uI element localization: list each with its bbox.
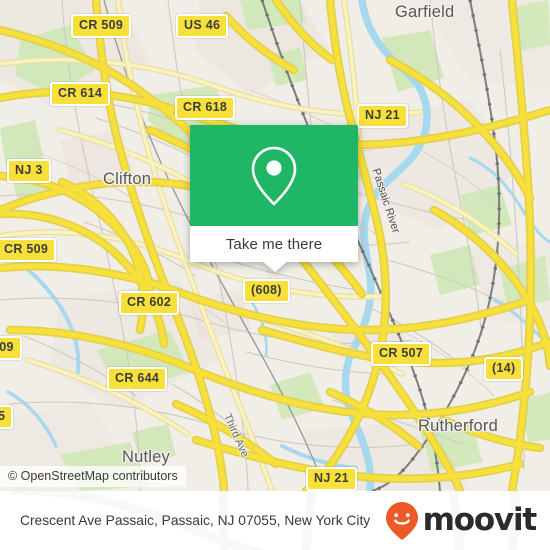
popup-action-bar[interactable]: Take me there xyxy=(190,226,358,262)
footer-bar: Crescent Ave Passaic, Passaic, NJ 07055,… xyxy=(0,491,550,550)
route-shield-cr-644[interactable]: CR 644 xyxy=(107,367,168,391)
route-shield-cr-509-west[interactable]: CR 509 xyxy=(0,238,57,262)
osm-attribution[interactable]: © OpenStreetMap contributors xyxy=(0,466,186,487)
moovit-wordmark: moovit xyxy=(422,502,538,538)
moovit-brand: moovit xyxy=(385,501,538,541)
route-shield-us-46[interactable]: US 46 xyxy=(176,14,229,38)
map-share-card: Garfield Clifton Nutley Rutherford Passa… xyxy=(0,0,550,550)
popup-card[interactable]: Take me there xyxy=(190,125,358,262)
popup-image-area xyxy=(190,125,358,226)
moovit-smiley-pin-icon xyxy=(385,501,418,540)
route-shield-cr-618[interactable]: CR 618 xyxy=(175,96,236,120)
route-shield-nj-3[interactable]: NJ 3 xyxy=(7,159,51,183)
map-canvas[interactable]: Garfield Clifton Nutley Rutherford Passa… xyxy=(0,0,550,491)
location-caption: Crescent Ave Passaic, Passaic, NJ 07055,… xyxy=(20,512,371,528)
route-shield-509-clipped[interactable]: 509 xyxy=(0,336,22,360)
route-shield-cr-614[interactable]: CR 614 xyxy=(50,82,111,106)
route-shield-14[interactable]: (14) xyxy=(484,357,524,381)
take-me-there-label: Take me there xyxy=(225,235,323,253)
route-shield-nj-21-north[interactable]: NJ 21 xyxy=(357,104,408,128)
route-shield-5-clipped[interactable]: 5 xyxy=(0,405,14,429)
route-shield-cr-509-north[interactable]: CR 509 xyxy=(71,14,132,38)
route-shield-cr-602[interactable]: CR 602 xyxy=(119,291,180,315)
route-shield-cr-507[interactable]: CR 507 xyxy=(371,342,432,366)
location-popup[interactable]: Take me there xyxy=(190,125,358,272)
route-shield-nj-21-south[interactable]: NJ 21 xyxy=(306,467,357,491)
location-pin-icon xyxy=(251,146,297,206)
popup-pointer-tail xyxy=(262,261,288,272)
footer-content: Crescent Ave Passaic, Passaic, NJ 07055,… xyxy=(0,491,550,550)
route-shield-608[interactable]: (608) xyxy=(243,279,290,303)
